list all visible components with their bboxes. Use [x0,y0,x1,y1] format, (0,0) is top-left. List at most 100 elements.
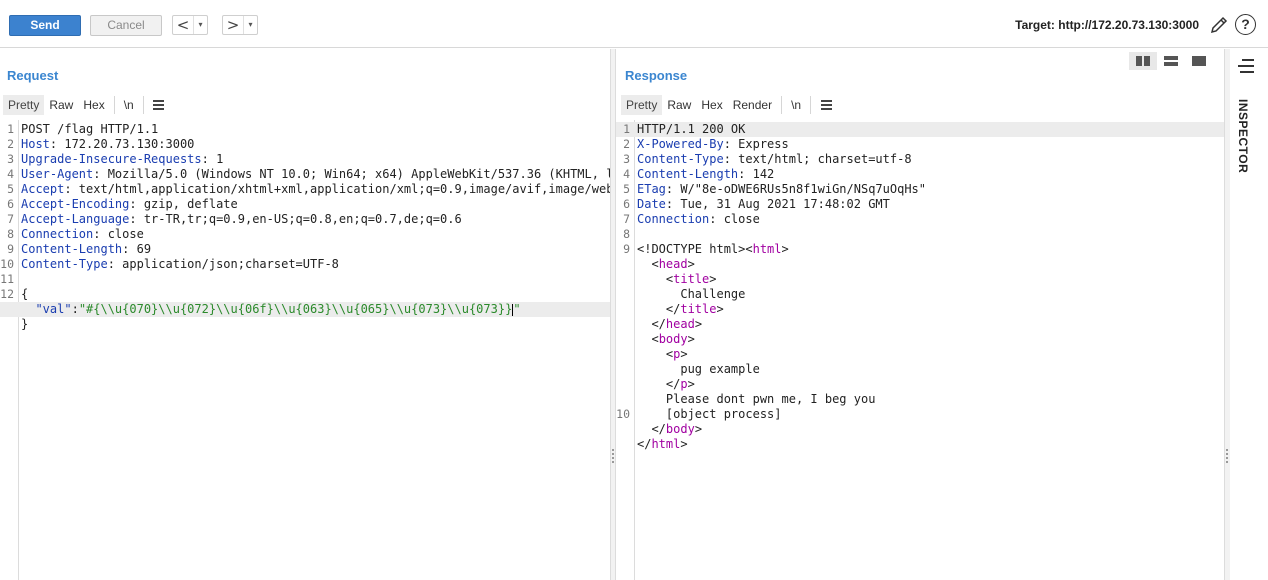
line-text: </body> [637,422,1224,437]
code-line[interactable]: Please dont pwn me, I beg you [616,392,1224,407]
layout-stacked-icon[interactable] [1157,52,1185,70]
code-token: > [680,347,688,361]
response-tab-raw[interactable]: Raw [662,95,696,115]
line-number: 6 [7,197,14,211]
response-tab-render[interactable]: Render [728,95,777,115]
line-text: Connection: close [637,212,1224,227]
code-line[interactable]: <p> [616,347,1224,362]
code-line[interactable]: 2 X-Powered-By: Express [616,137,1224,152]
code-line[interactable]: 12 { [0,287,610,302]
code-line[interactable]: 4 Content-Length: 142 [616,167,1224,182]
code-line[interactable]: 5 ETag: W/"8e-oDWE6RUs5n8f1wiGn/NSq7uOqHs… [616,182,1224,197]
code-token: pug example [637,362,760,376]
code-line[interactable]: 9 Content-Length: 69 [0,242,610,257]
code-line[interactable]: 1 HTTP/1.1 200 OK [616,122,1224,137]
splitter-grip-icon[interactable] [612,449,614,463]
response-title: Response [625,68,688,83]
line-text: User-Agent: Mozilla/5.0 (Windows NT 10.0… [21,167,610,182]
header-name: Accept-Encoding [21,197,130,211]
code-line[interactable]: 7 Connection: close [616,212,1224,227]
html-tag-name: p [680,377,688,391]
header-name: Connection [21,227,94,241]
code-line[interactable]: 9 <!DOCTYPE html><html> [616,242,1224,257]
forward-history-dropdown-icon[interactable]: ▾ [243,16,257,34]
code-line[interactable]: </head> [616,317,1224,332]
code-line[interactable]: 8 [616,227,1224,242]
code-line[interactable]: 8 Connection: close [0,227,610,242]
line-number: 7 [623,212,630,226]
code-line[interactable]: 2 Host: 172.20.73.130:3000 [0,137,610,152]
response-tab-pretty[interactable]: Pretty [621,95,663,115]
header-name: Content-Length [637,167,739,181]
code-line[interactable]: </p> [616,377,1224,392]
code-line[interactable]: } [0,317,610,332]
inspector-menu-icon[interactable] [1238,59,1254,73]
line-text: HTTP/1.1 200 OK [637,122,1224,137]
line-text: Content-Length: 69 [21,242,610,257]
code-line[interactable]: pug example [616,362,1224,377]
code-token: { [21,287,29,301]
code-line[interactable]: 7 Accept-Language: tr-TR,tr;q=0.9,en-US;q… [0,212,610,227]
code-line[interactable]: </html> [616,437,1224,452]
header-name: Content-Type [21,257,108,271]
request-editor[interactable]: 1 POST /flag HTTP/1.1 2 Host: 172.20.73.130… [0,120,610,580]
code-line[interactable]: <title> [616,272,1224,287]
request-menu-icon[interactable] [148,95,170,115]
code-line[interactable]: "val":"#{\\u{070}\\u{072}\\u{06f}\\u{063… [0,302,610,317]
line-number: 8 [623,227,630,241]
response-editor[interactable]: 1 HTTP/1.1 200 OK 2 X-Powered-By: Express 3 C… [616,120,1224,580]
line-text: ETag: W/"8e-oDWE6RUs5n8f1wiGn/NSq7uOqHs" [637,182,1224,197]
code-line[interactable]: <body> [616,332,1224,347]
code-line[interactable]: </body> [616,422,1224,437]
code-token: <!DOCTYPE html>< [637,242,753,256]
code-line[interactable]: </title> [616,302,1224,317]
code-line[interactable]: 1 POST /flag HTTP/1.1 [0,122,610,137]
line-number: 9 [7,242,14,256]
back-history-dropdown-icon[interactable]: ▾ [193,16,207,34]
code-token: POST /flag HTTP/1.1 [21,122,159,136]
code-token: </ [637,422,666,436]
splitter-grip-icon[interactable] [1226,449,1228,463]
edit-target-pencil-icon[interactable] [1208,14,1230,36]
tab-divider [810,96,812,114]
code-line[interactable]: 4 User-Agent: Mozilla/5.0 (Windows NT 10.… [0,167,610,182]
request-tab-hex[interactable]: Hex [78,95,109,115]
line-number: 9 [623,242,630,256]
code-line[interactable]: 6 Date: Tue, 31 Aug 2021 17:48:02 GMT [616,197,1224,212]
code-line[interactable]: 5 Accept: text/html,application/xhtml+xml… [0,182,610,197]
code-line[interactable]: 11 [0,272,610,287]
cancel-button[interactable]: Cancel [90,15,162,36]
code-token: : 69 [122,242,152,256]
request-tab-newline-toggle[interactable]: \n [119,95,139,115]
tab-divider [142,96,144,114]
response-tab-hex[interactable]: Hex [696,95,727,115]
line-text: POST /flag HTTP/1.1 [21,122,610,137]
code-line[interactable]: 3 Content-Type: text/html; charset=utf-8 [616,152,1224,167]
request-tab-raw[interactable]: Raw [44,95,78,115]
forward-arrow-icon[interactable]: > [223,16,243,34]
code-line[interactable]: 6 Accept-Encoding: gzip, deflate [0,197,610,212]
code-token: : 172.20.73.130:3000 [49,137,195,151]
code-line[interactable]: 10 [object process] [616,407,1224,422]
code-token: < [637,332,659,346]
code-token: > [680,437,688,451]
code-line[interactable]: 10 Content-Type: application/json;charset… [0,257,610,272]
code-token: Please dont pwn me, I beg you [637,392,876,406]
code-line[interactable]: <head> [616,257,1224,272]
code-token: : [71,302,79,316]
line-text: "val":"#{\\u{070}\\u{072}\\u{06f}\\u{063… [21,302,610,317]
back-arrow-icon[interactable]: < [173,16,193,34]
line-number: 4 [623,167,630,181]
code-line[interactable]: 3 Upgrade-Insecure-Requests: 1 [0,152,610,167]
layout-side-by-side-icon[interactable] [1129,52,1157,70]
send-button[interactable]: Send [9,15,81,36]
line-text: <!DOCTYPE html><html> [637,242,1224,257]
layout-tabbed-icon[interactable] [1185,52,1213,70]
help-icon[interactable]: ? [1235,14,1256,35]
response-menu-icon[interactable] [815,95,837,115]
line-number: 10 [616,407,630,421]
inspector-tab[interactable]: INSPECTOR [1236,99,1250,173]
code-line[interactable]: Challenge [616,287,1224,302]
response-tab-newline-toggle[interactable]: \n [786,95,806,115]
request-tab-pretty[interactable]: Pretty [3,95,45,115]
